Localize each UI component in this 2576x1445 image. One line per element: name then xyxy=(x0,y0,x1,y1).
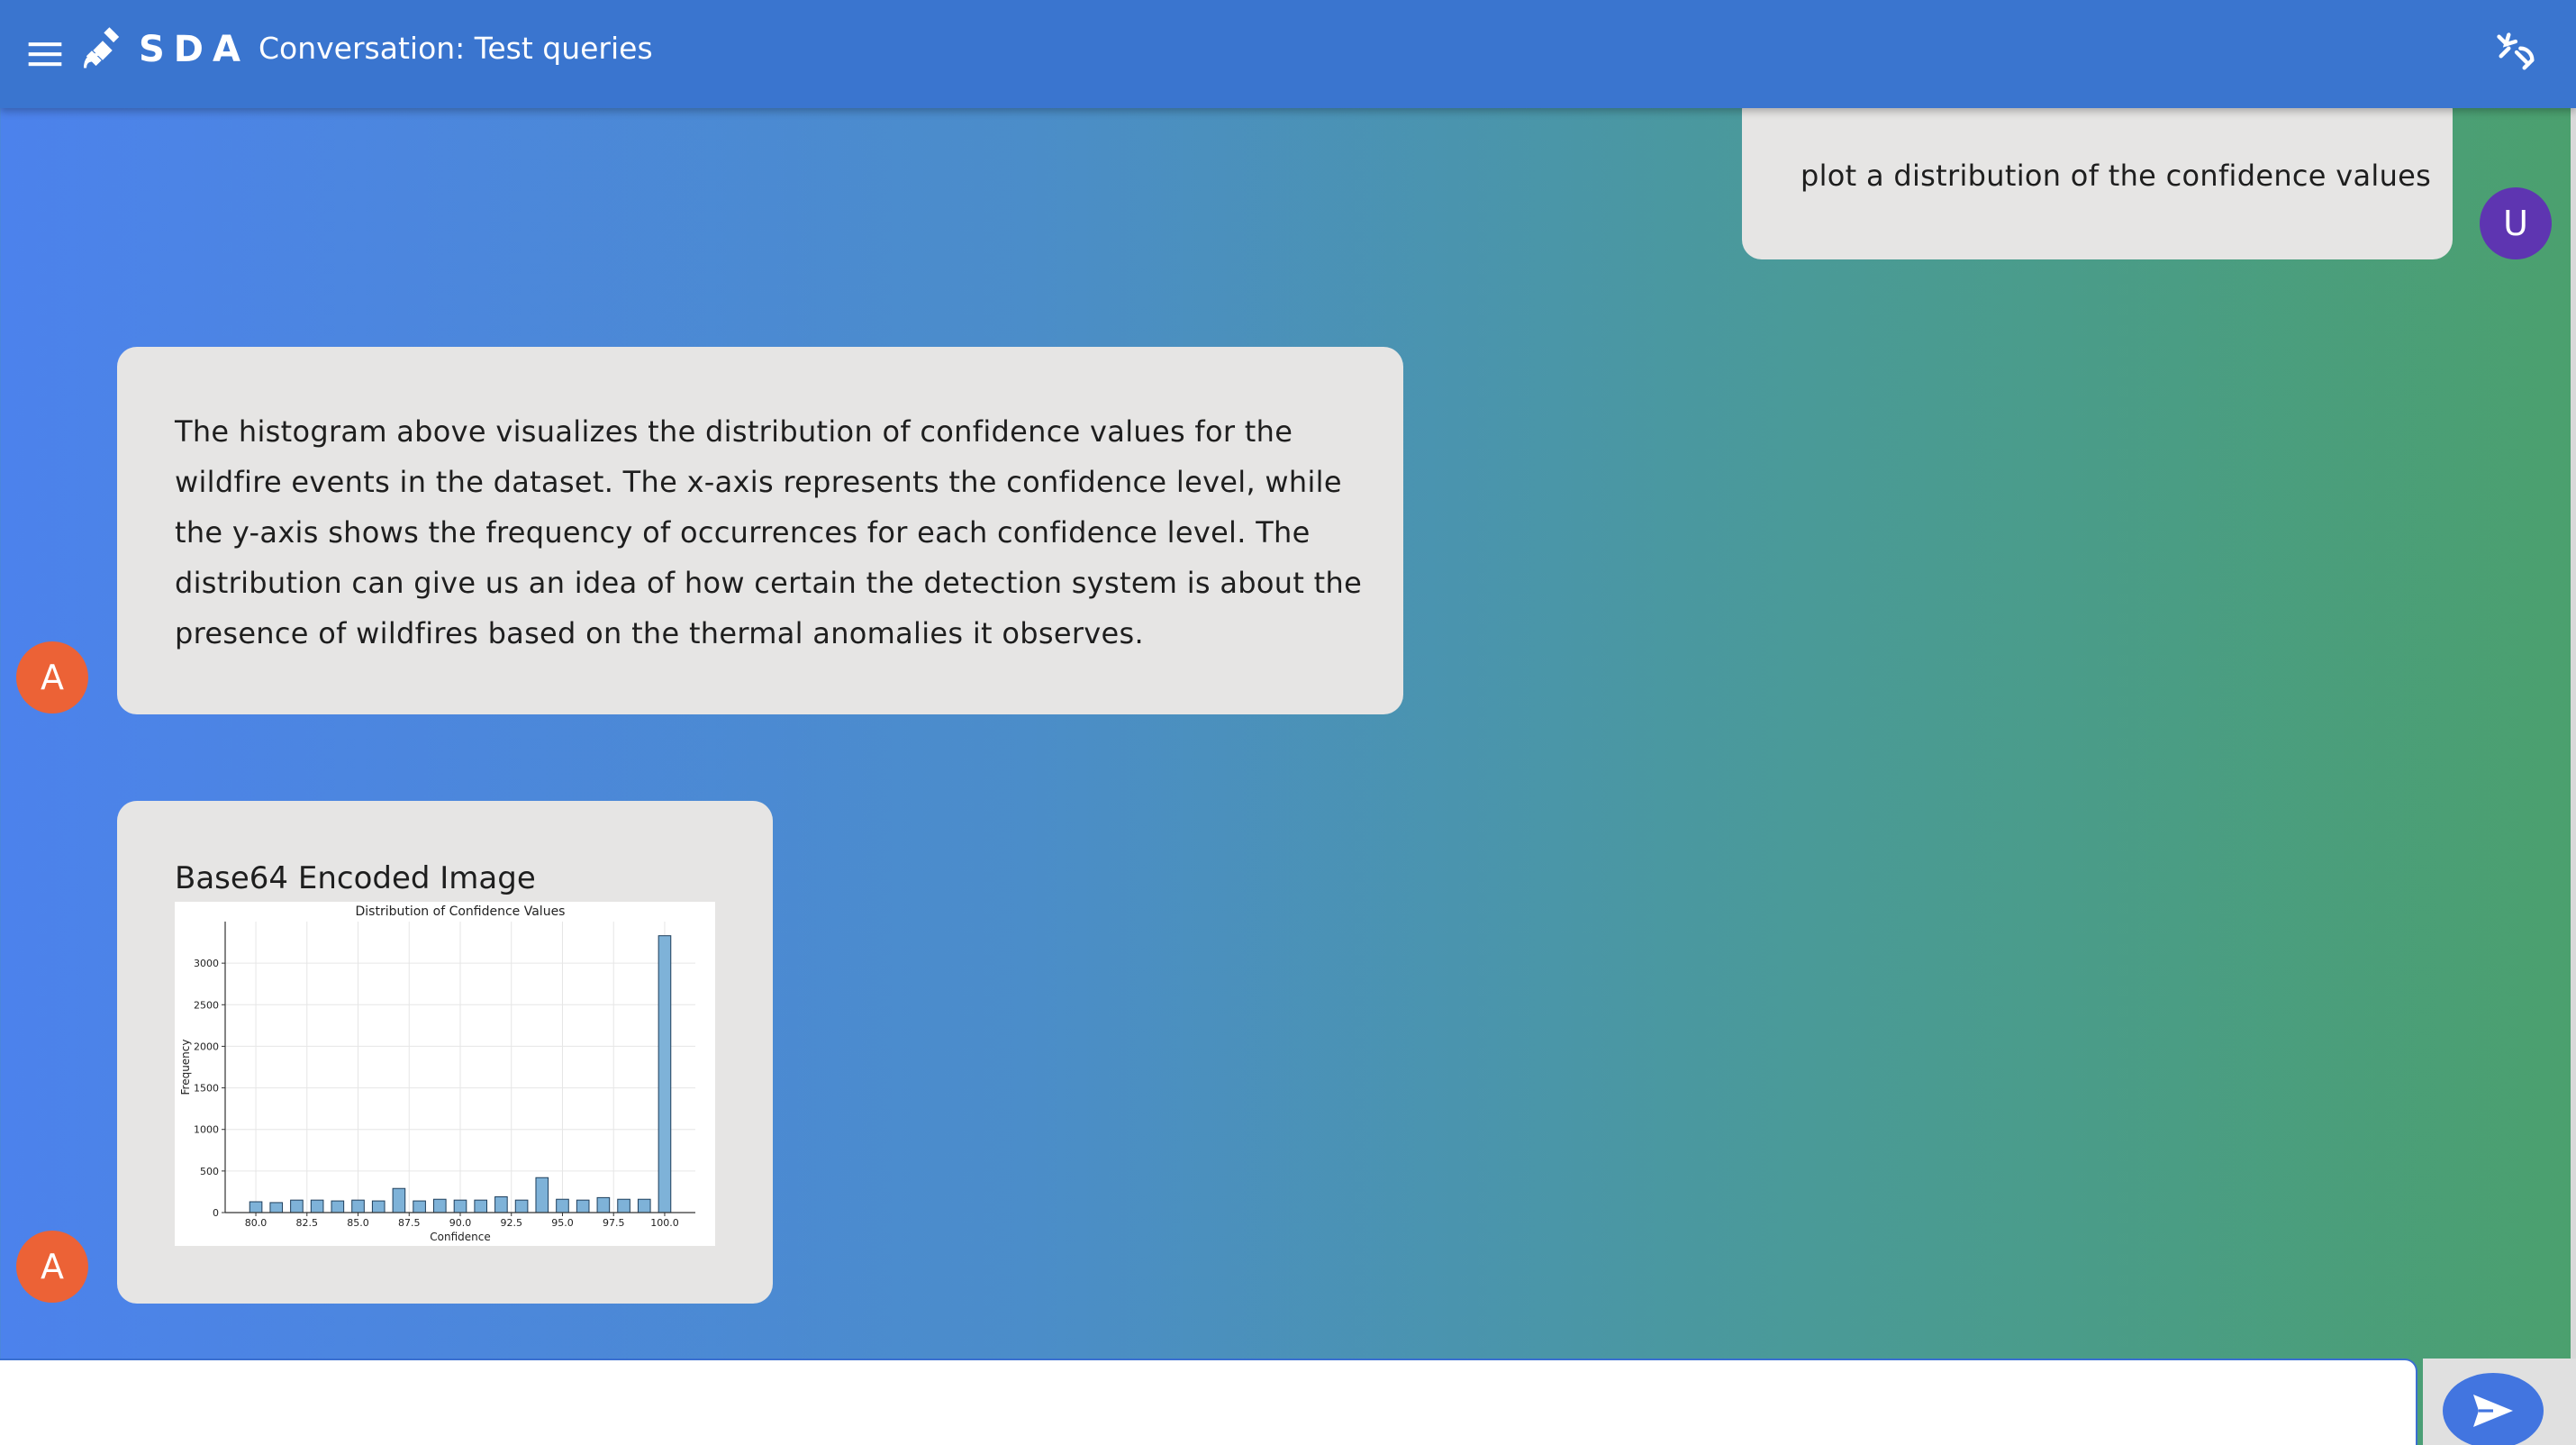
histogram-bar xyxy=(596,1196,611,1213)
histogram-bar xyxy=(453,1199,467,1213)
x-axis-label: Confidence xyxy=(430,1231,490,1243)
histogram-bar xyxy=(658,935,672,1213)
histogram-bar xyxy=(249,1201,263,1213)
user-message-bubble: plot a distribution of the confidence va… xyxy=(1742,90,2453,259)
histogram-bar xyxy=(269,1202,284,1213)
x-tick-label: 87.5 xyxy=(398,1217,421,1229)
send-icon xyxy=(2473,1395,2513,1427)
assistant-image-bubble: Base64 Encoded Image Distribution of Con… xyxy=(117,801,773,1304)
histogram-bar xyxy=(514,1199,529,1213)
image-caption: Base64 Encoded Image xyxy=(175,860,536,896)
x-tick-label: 95.0 xyxy=(551,1217,574,1229)
histogram-bar xyxy=(617,1198,630,1213)
user-message-text: plot a distribution of the confidence va… xyxy=(1800,159,2432,193)
send-button[interactable] xyxy=(2443,1373,2544,1445)
y-tick-label: 3000 xyxy=(194,958,219,969)
hamburger-menu-icon[interactable] xyxy=(25,34,65,74)
x-tick-label: 100.0 xyxy=(650,1217,679,1229)
x-tick-label: 90.0 xyxy=(449,1217,472,1229)
app-logo-text: SDA xyxy=(139,29,249,70)
histogram-bar xyxy=(432,1198,447,1213)
y-tick-label: 0 xyxy=(213,1207,219,1219)
y-axis-label: Frequency xyxy=(179,1040,192,1095)
assistant-message-bubble: The histogram above visualizes the distr… xyxy=(117,347,1403,714)
conversation-title: Conversation: Test queries xyxy=(259,31,653,66)
histogram-bar xyxy=(290,1199,304,1213)
message-input[interactable] xyxy=(18,1378,2396,1441)
histogram-image: Distribution of Confidence Values 0 500 100… xyxy=(175,902,715,1246)
histogram-bar xyxy=(474,1199,488,1213)
histogram-bar xyxy=(576,1199,590,1213)
histogram-bar xyxy=(371,1200,385,1213)
chart-title: Distribution of Confidence Values xyxy=(356,904,566,919)
assistant-message-text: The histogram above visualizes the distr… xyxy=(175,414,1363,650)
api-icon[interactable] xyxy=(2493,29,2540,76)
x-tick-label: 92.5 xyxy=(500,1217,522,1229)
histogram-bar xyxy=(556,1198,569,1213)
x-tick-label: 97.5 xyxy=(603,1217,625,1229)
histogram-bar xyxy=(351,1199,365,1213)
y-tick-label: 1500 xyxy=(194,1083,219,1095)
histogram-bar xyxy=(494,1195,508,1213)
histogram-bar xyxy=(310,1199,324,1213)
scrollbar-track[interactable] xyxy=(2571,108,2576,1359)
x-tick-label: 85.0 xyxy=(347,1217,369,1229)
y-tick-label: 500 xyxy=(200,1166,219,1177)
y-tick-label: 1000 xyxy=(194,1124,219,1136)
top-app-bar: SDA Conversation: Test queries xyxy=(0,0,2576,108)
histogram-bar xyxy=(637,1198,651,1213)
assistant-avatar: A xyxy=(16,1231,88,1303)
satellite-icon xyxy=(83,27,120,68)
x-tick-label: 80.0 xyxy=(245,1217,268,1229)
y-tick-label: 2500 xyxy=(194,999,219,1011)
histogram-bar xyxy=(392,1187,406,1213)
histogram-bar xyxy=(413,1200,426,1213)
histogram-bar xyxy=(331,1200,345,1213)
histogram-bar xyxy=(535,1177,549,1213)
histogram-chart: Distribution of Confidence Values 0 500 100… xyxy=(179,904,695,1243)
user-avatar: U xyxy=(2480,187,2552,259)
x-tick-label: 82.5 xyxy=(296,1217,319,1229)
message-composer xyxy=(0,1359,2417,1445)
assistant-avatar: A xyxy=(16,641,88,713)
y-tick-label: 2000 xyxy=(194,1041,219,1052)
